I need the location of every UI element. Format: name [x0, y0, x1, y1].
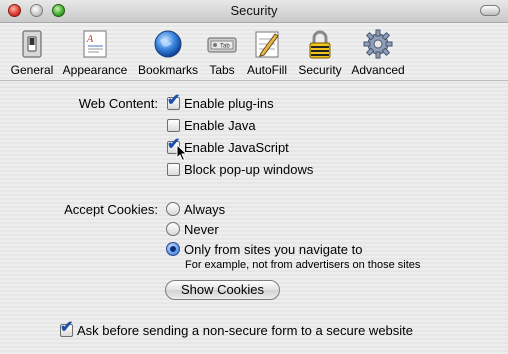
gear-icon [363, 29, 393, 59]
show-cookies-button[interactable]: Show Cookies [165, 280, 280, 300]
switch-icon [22, 30, 42, 58]
cookies-hint-text: For example, not from advertisers on tho… [185, 259, 421, 271]
accept-cookies-label: Accept Cookies: [64, 202, 158, 217]
cookies-visited-sites-radio[interactable] [166, 242, 180, 256]
toolbar-item-tabs[interactable]: Tab Tabs [203, 25, 241, 79]
svg-text:A: A [86, 34, 94, 45]
title-bar[interactable]: Security [0, 0, 508, 23]
toolbar-item-label: General [10, 63, 54, 77]
mouse-pointer-icon [176, 144, 188, 162]
cookies-never-label[interactable]: Never [184, 222, 219, 237]
toolbar-item-label: Tabs [209, 63, 235, 77]
toolbar-item-label: Security [298, 63, 342, 77]
ask-before-sending-checkbox[interactable]: ✔ [60, 320, 73, 337]
block-popups-label[interactable]: Block pop-up windows [184, 162, 313, 177]
security-preferences-window: Security General A Appearance Bookmarks … [0, 0, 508, 354]
web-content-label: Web Content: [78, 96, 158, 111]
padlock-icon [309, 30, 331, 59]
radio-dot-icon [170, 246, 176, 252]
cookies-always-label[interactable]: Always [184, 202, 225, 217]
enable-plugins-checkbox[interactable]: ✔ [167, 93, 180, 110]
toolbar-item-advanced[interactable]: Advanced [349, 25, 407, 79]
tabs-icon-text: Tab [220, 44, 230, 50]
toolbar-toggle-button[interactable] [480, 5, 500, 16]
toolbar-item-general[interactable]: General [8, 25, 56, 79]
enable-javascript-label[interactable]: Enable JavaScript [184, 140, 289, 155]
enable-plugins-label[interactable]: Enable plug-ins [184, 96, 274, 111]
appearance-icon: A [83, 30, 107, 58]
enable-java-label[interactable]: Enable Java [184, 118, 256, 133]
block-popups-checkbox[interactable] [167, 163, 180, 176]
toolbar-item-label: Appearance [62, 63, 128, 77]
preferences-toolbar: General A Appearance Bookmarks Tab Tabs … [0, 23, 508, 81]
cookies-always-radio[interactable] [166, 202, 180, 216]
enable-java-checkbox[interactable] [167, 119, 180, 132]
toolbar-item-security[interactable]: Security [294, 25, 346, 79]
toolbar-item-bookmarks[interactable]: Bookmarks [134, 25, 202, 79]
checkmark-icon: ✔ [60, 319, 74, 336]
cookies-never-radio[interactable] [166, 222, 180, 236]
pencil-form-icon [255, 31, 279, 58]
cookies-visited-sites-label[interactable]: Only from sites you navigate to [184, 242, 362, 257]
ask-before-sending-label[interactable]: Ask before sending a non-secure form to … [77, 323, 413, 338]
globe-icon [154, 30, 182, 58]
toolbar-item-label: AutoFill [246, 63, 287, 77]
tabs-icon: Tab [207, 37, 237, 53]
window-title: Security [230, 3, 278, 18]
toolbar-item-label: Bookmarks [137, 63, 199, 77]
toolbar-item-label: Advanced [351, 63, 405, 77]
checkmark-icon: ✔ [167, 92, 181, 109]
toolbar-item-appearance[interactable]: A Appearance [60, 25, 130, 79]
toolbar-item-autofill[interactable]: AutoFill [243, 25, 291, 79]
